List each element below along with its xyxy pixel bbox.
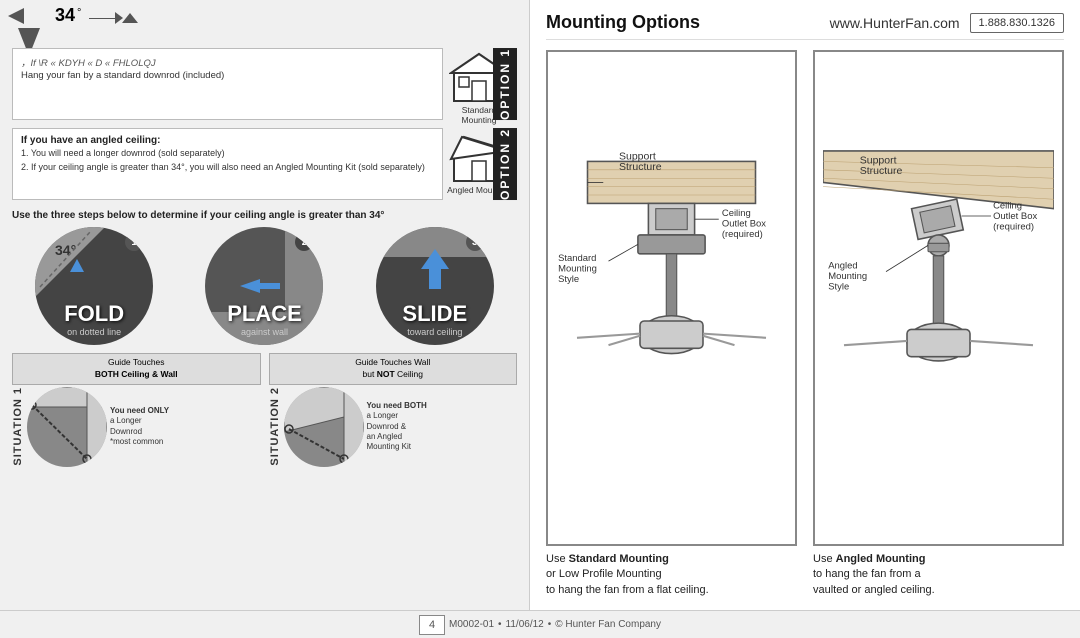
sit2-desc-text: a LongerDownrod &an AngledMounting Kit [367,411,411,451]
website-text: www.HunterFan.com [830,15,960,31]
step2-circle: 2 PLACE against wall [205,227,323,345]
angle-degree: ° [77,7,81,19]
diagram2-svg: Support Structure Ceiling Outlet Box (re… [823,60,1054,536]
footer-separator2: • [548,619,552,630]
diagram2-caption: Use Angled Mounting to hang the fan from… [813,552,1064,598]
sit2-info-notbold: but [363,369,377,379]
diagrams-container: Support Structure [546,50,1064,598]
footer-docnum: M0002-01 [449,619,494,630]
diagram1-svg: Support Structure [556,60,787,536]
right-panel: Mounting Options www.HunterFan.com 1.888… [530,0,1080,610]
sit2-desc-bold: You need BOTH [367,401,427,410]
sit1-desc-bold: You need ONLY [110,406,169,415]
angle-value: 34 [55,5,75,26]
diagram2-caption-start: Use [813,553,836,565]
svg-text:Mounting: Mounting [558,264,597,275]
svg-text:Angled: Angled [828,261,857,272]
sit2-info-bold: NOT [377,369,395,379]
left-arrow-icon [8,8,24,29]
svg-text:Outlet Box: Outlet Box [993,211,1037,222]
option2-title: If you have an angled ceiling: [21,135,434,146]
sit1-desc-text: a LongerDownrod*most common [110,416,163,446]
diagram2-caption-end: to hang the fan from avaulted or angled … [813,568,935,595]
step3-number: 3 [466,233,484,251]
option1-description: Hang your fan by a standard downrod (inc… [21,70,434,81]
step1-sub: on dotted line [67,327,121,337]
option1-section: ，If \R « KDYH « D « FHLOLQJ Hang your fa… [12,48,517,120]
svg-text:Mounting: Mounting [828,271,867,282]
step2-sub: against wall [241,327,288,337]
option1-label: OPTION 1 [493,48,517,120]
svg-text:Style: Style [828,282,849,293]
step3-circle: 3 SLIDE toward ceiling [376,227,494,345]
header-right: www.HunterFan.com 1.888.830.1326 [830,13,1064,33]
diagram1-caption-start: Use [546,553,569,565]
sit1-info-bold: BOTH Ceiling & Wall [95,369,178,379]
option2-section: If you have an angled ceiling: 1. You wi… [12,128,517,200]
footer-separator1: • [498,619,502,630]
svg-text:(required): (required) [722,229,763,240]
situation1: Guide Touches BOTH Ceiling & Wall SITUAT… [12,353,261,467]
diagram1-caption-end: or Low Profile Mountingto hang the fan f… [546,568,709,595]
svg-text:(required): (required) [993,222,1034,233]
sit2-circle [284,387,364,467]
sit1-bottom: SITUATION 1 You need ONLY a [12,387,261,467]
footer-company: © Hunter Fan Company [555,619,661,630]
option2-point2: 2. If your ceiling angle is greater than… [21,162,434,174]
step2-main: PLACE [227,301,302,327]
sit2-desc: You need BOTH a LongerDownrod &an Angled… [367,401,518,453]
left-panel: 34 ° ，If \R « KDYH « D « FHLOLQJ [0,0,530,610]
phone-box: 1.888.830.1326 [970,13,1064,33]
diagram2-box: Support Structure Ceiling Outlet Box (re… [813,50,1064,546]
situation2: Guide Touches Wall but NOT Ceiling SITUA… [269,353,518,467]
svg-text:Structure: Structure [619,161,662,173]
right-title: Mounting Options [546,12,700,33]
diagram1-box: Support Structure [546,50,797,546]
steps-instruction: Use the three steps below to determine i… [12,210,517,221]
sit2-info-after: Ceiling [395,369,423,379]
svg-text:Standard: Standard [558,253,596,264]
sit2-label: SITUATION 2 [269,387,281,466]
sit2-info-title: Guide Touches Wall [355,357,430,367]
footer: 4 M0002-01 • 11/06/12 • © Hunter Fan Com… [0,610,1080,638]
diagram1-section: Support Structure [546,50,797,598]
sit1-label: SITUATION 1 [12,387,24,466]
step3-sub: toward ceiling [407,327,462,337]
step1-main: FOLD [64,301,124,327]
diagram2-section: Support Structure Ceiling Outlet Box (re… [813,50,1064,598]
svg-text:Outlet Box: Outlet Box [722,219,766,230]
footer-date: 11/06/12 [506,619,544,630]
svg-text:Ceiling: Ceiling [993,201,1022,212]
option2-point1: 1. You will need a longer downrod (sold … [21,148,434,160]
steps-circles: 34° 1 FOLD on dotted line [12,227,517,345]
sit1-circle [27,387,107,467]
page-number: 4 [419,615,445,635]
sit1-desc: You need ONLY a LongerDownrod*most commo… [110,406,261,448]
sit2-bottom: SITUATION 2 You need BOTH a [269,387,518,467]
svg-text:Structure: Structure [860,165,903,177]
svg-text:Style: Style [558,274,579,285]
step1-circle: 34° 1 FOLD on dotted line [35,227,153,345]
option1-encoded-title: ，If \R « KDYH « D « FHLOLQJ [21,55,434,69]
diagram1-caption-bold: Standard Mounting [569,553,669,565]
right-header: Mounting Options www.HunterFan.com 1.888… [546,12,1064,40]
situations-row: Guide Touches BOTH Ceiling & Wall SITUAT… [12,353,517,467]
diagram1-caption: Use Standard Mounting or Low Profile Mou… [546,552,797,598]
svg-text:Ceiling: Ceiling [722,208,751,219]
sit2-info: Guide Touches Wall but NOT Ceiling [269,353,518,385]
sit1-info-title: Guide Touches [108,357,165,367]
sit1-info: Guide Touches BOTH Ceiling & Wall [12,353,261,385]
step3-main: SLIDE [402,301,467,327]
diagram2-caption-bold: Angled Mounting [836,553,926,565]
option2-label: OPTION 2 [493,128,517,200]
